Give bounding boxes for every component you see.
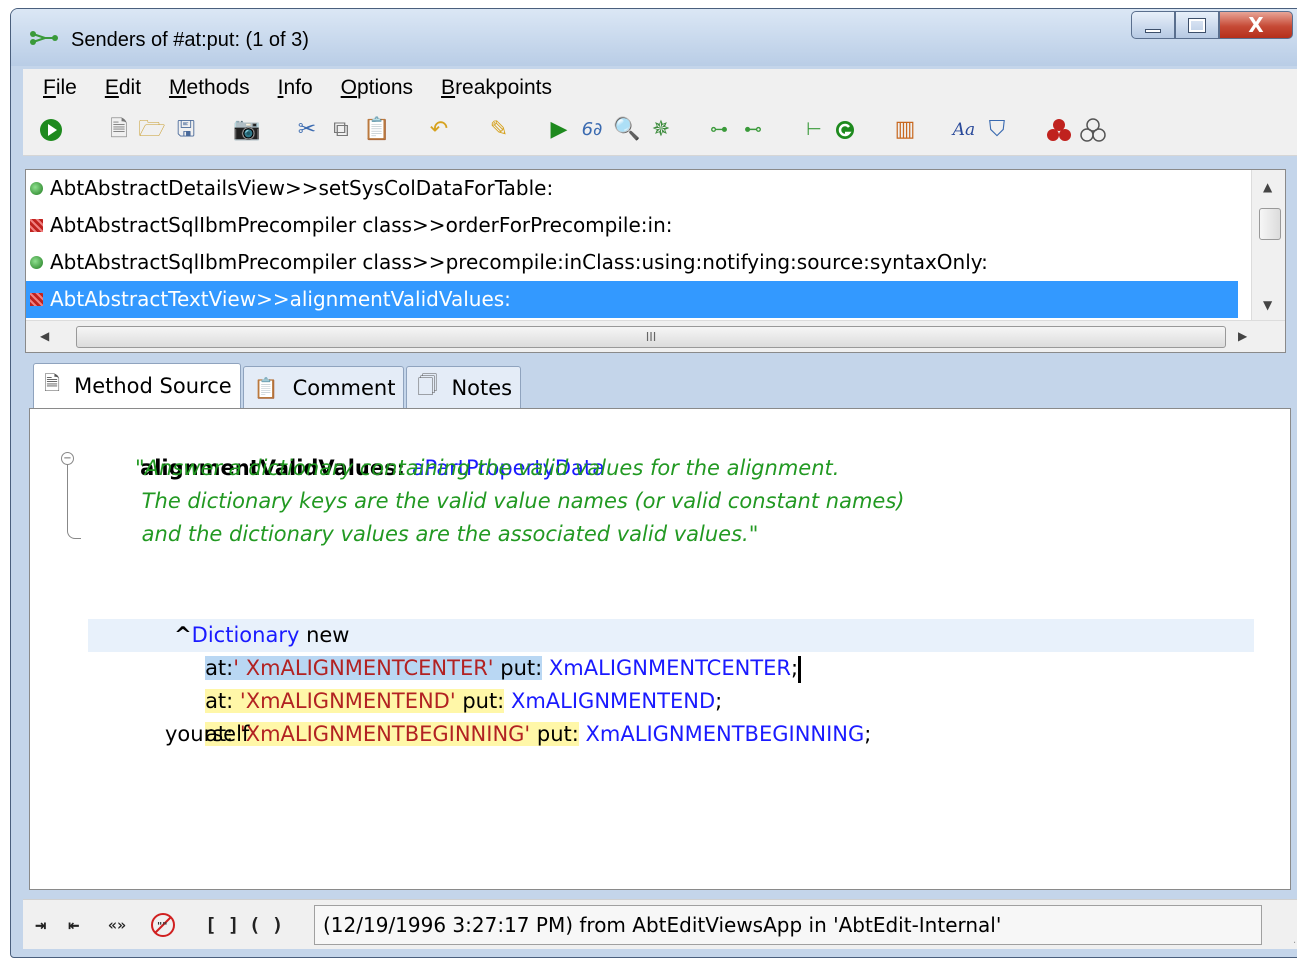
vertical-scrollbar[interactable]: ▲ ▼	[1251, 170, 1285, 322]
method-comment-line: and the dictionary values are the associ…	[135, 522, 759, 546]
close-icon: X	[1248, 13, 1264, 37]
svg-text:"": ""	[157, 921, 167, 932]
toolbar: 🗎 🗁 🖫 📷 ✂ ⧉ 📋 ↶ ✎ ▶ 6∂ 🔍 ✵ ⊶ ⊷ ⊢ ▥ Aa ⛉	[23, 106, 1297, 156]
private-method-icon	[30, 293, 43, 306]
method-source-editor[interactable]: − alignmentValidValues: aPartPropertyDat…	[29, 408, 1291, 890]
implementors-icon[interactable]: ⊷	[737, 114, 769, 146]
highlight-icon[interactable]: ✎	[483, 114, 515, 146]
menu-options[interactable]: Options	[341, 76, 413, 100]
outline-group-icon[interactable]	[1077, 114, 1109, 146]
red-group-icon[interactable]	[1043, 114, 1075, 146]
camera-icon[interactable]: 📷	[231, 114, 263, 146]
method-row[interactable]: AbtAbstractDetailsView>>setSysColDataFor…	[26, 170, 1238, 207]
inspect-icon[interactable]: 6∂	[576, 114, 608, 146]
run-icon[interactable]	[35, 114, 67, 146]
hierarchy-icon[interactable]: ⊢	[798, 114, 830, 146]
cut-icon[interactable]: ✂	[291, 114, 323, 146]
vertical-scroll-thumb[interactable]	[1259, 208, 1281, 240]
method-row-selected[interactable]: AbtAbstractTextView>>alignmentValidValue…	[26, 281, 1238, 318]
parens-icon[interactable]: ( )	[249, 912, 283, 938]
public-method-icon	[30, 182, 43, 195]
menu-methods[interactable]: Methods	[169, 76, 250, 100]
method-comment-line: "Answer a dictionary containing the vali…	[135, 456, 840, 480]
methods-list: AbtAbstractDetailsView>>setSysColDataFor…	[25, 169, 1286, 353]
brackets-icon[interactable]: [ ]	[205, 912, 239, 938]
scroll-right-icon[interactable]: ▶	[1238, 329, 1247, 343]
menu-edit[interactable]: Edit	[105, 76, 141, 100]
status-bar: ⇥ ⇤ «» "" [ ] ( ) (12/19/1996 3:27:17 PM…	[23, 899, 1297, 949]
indent-icon[interactable]: ⇥	[35, 912, 46, 938]
title-bar[interactable]: Senders of #at:put: (1 of 3) X	[11, 9, 1297, 66]
source-tabs: 🗎 Method Source 📋 Comment 🗍 Notes	[33, 363, 523, 408]
public-method-icon	[30, 256, 43, 269]
quote-icon[interactable]: «»	[108, 912, 126, 938]
paint-icon[interactable]: ⛉	[981, 114, 1013, 146]
maximize-button[interactable]	[1175, 11, 1219, 39]
method-row[interactable]: AbtAbstractSqlIbmPrecompiler class>>prec…	[26, 244, 1238, 281]
font-icon[interactable]: Aa	[948, 114, 980, 146]
status-text: (12/19/1996 3:27:17 PM) from AbtEditView…	[314, 905, 1262, 945]
method-row[interactable]: AbtAbstractSqlIbmPrecompiler class>>orde…	[26, 207, 1238, 244]
scroll-left-icon[interactable]: ◀	[40, 329, 49, 343]
debug-icon[interactable]: ✵	[645, 114, 677, 146]
outdent-icon[interactable]: ⇤	[68, 912, 79, 938]
comment-icon: 📋	[253, 375, 279, 400]
cascade-line-beginning: at: 'XmALIGNMENTBEGINNING' put: XmALIGNM…	[165, 685, 871, 784]
senders-icon	[29, 30, 59, 50]
resize-grip-icon[interactable]: ⋰	[1293, 934, 1297, 945]
document-icon: 🗎	[44, 371, 61, 395]
menu-bar: File Edit Methods Info Options Breakpoin…	[23, 69, 1297, 106]
browse-icon[interactable]	[829, 114, 861, 146]
find-icon[interactable]: 🔍	[611, 114, 643, 146]
fold-toggle-icon[interactable]: −	[61, 452, 74, 465]
save-icon[interactable]: 🖫	[170, 114, 202, 146]
tab-notes[interactable]: 🗍 Notes	[406, 366, 522, 408]
no-comment-icon[interactable]: ""	[150, 912, 176, 938]
statement-end: ;	[864, 722, 872, 746]
senders-icon[interactable]: ⊶	[703, 114, 735, 146]
menu-file[interactable]: File	[43, 76, 77, 100]
close-button[interactable]: X	[1219, 11, 1293, 39]
string-literal: 'XmALIGNMENTBEGINNING'	[239, 722, 531, 746]
scroll-up-icon[interactable]: ▲	[1263, 180, 1272, 194]
new-icon[interactable]: 🗎	[103, 114, 135, 146]
undo-icon[interactable]: ↶	[423, 114, 455, 146]
minimize-icon	[1145, 29, 1161, 33]
fold-bracket	[67, 457, 81, 539]
scroll-grip: III	[645, 330, 657, 344]
notes-icon: 🗍	[417, 372, 438, 397]
paste-icon[interactable]: 📋	[361, 114, 393, 146]
window-title: Senders of #at:put: (1 of 3)	[71, 29, 309, 51]
method-comment-line: The dictionary keys are the valid value …	[135, 489, 905, 513]
senders-window: Senders of #at:put: (1 of 3) X File Edit…	[10, 8, 1297, 958]
private-method-icon	[30, 219, 43, 232]
open-folder-icon[interactable]: 🗁	[136, 114, 168, 146]
tab-method-source[interactable]: 🗎 Method Source	[33, 363, 241, 408]
horizontal-scroll-thumb[interactable]: III	[76, 326, 1226, 348]
menu-info[interactable]: Info	[278, 76, 313, 100]
window-controls: X	[1131, 11, 1293, 39]
menu-breakpoints[interactable]: Breakpoints	[441, 76, 552, 100]
horizontal-scrollbar[interactable]: ◀ III ▶	[26, 320, 1285, 352]
yourself-line: yourself	[165, 722, 250, 746]
put-keyword: put:	[536, 722, 579, 746]
constant-name: XmALIGNMENTBEGINNING	[585, 722, 865, 746]
tab-comment[interactable]: 📋 Comment	[242, 366, 405, 408]
maximize-icon	[1188, 17, 1206, 33]
execute-icon[interactable]: ▶	[543, 114, 575, 146]
text-caret	[798, 655, 802, 683]
copy-icon[interactable]: ⧉	[325, 114, 357, 146]
columns-icon[interactable]: ▥	[889, 114, 921, 146]
scroll-down-icon[interactable]: ▼	[1263, 298, 1272, 312]
statement-end: ;	[791, 656, 799, 680]
minimize-button[interactable]	[1131, 11, 1175, 39]
